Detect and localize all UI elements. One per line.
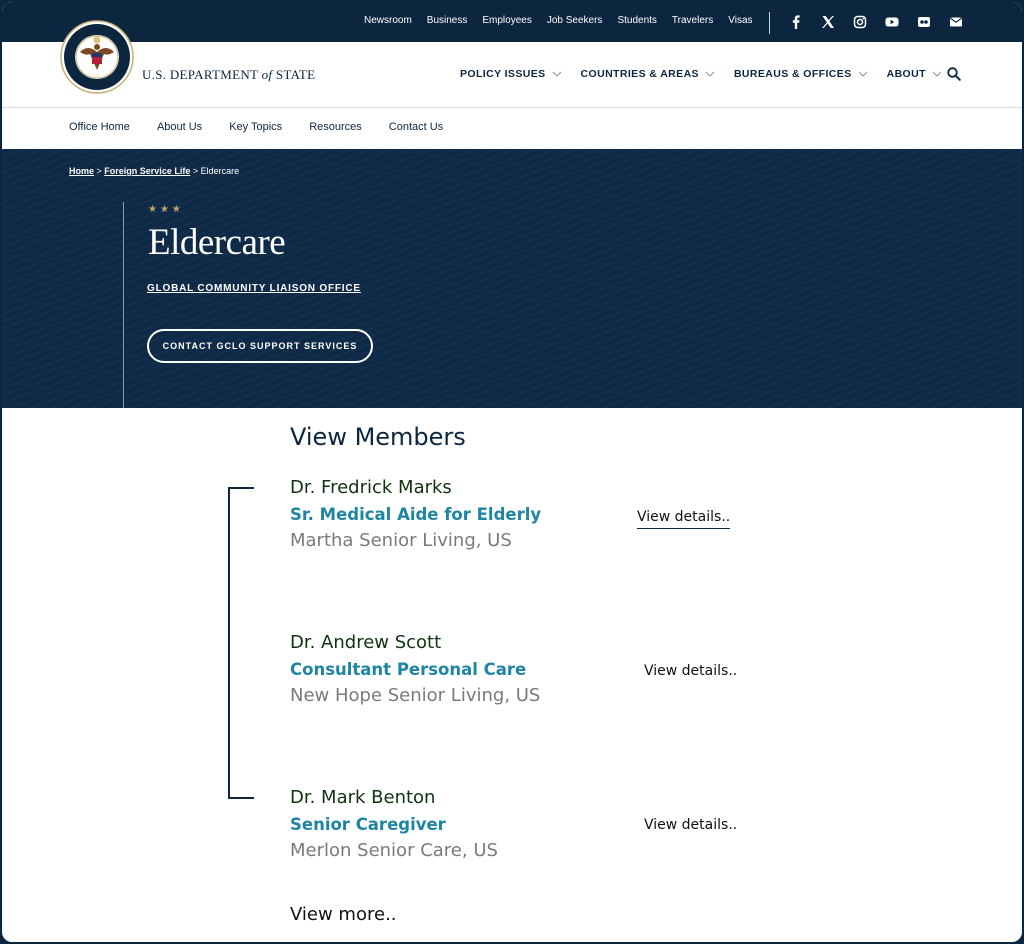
breadcrumb-separator: >: [192, 166, 201, 176]
utility-link-employees[interactable]: Employees: [482, 15, 531, 26]
brand-main: U.S. DEPARTMENT: [142, 67, 259, 82]
site-header: U.S. DEPARTMENT of STATE POLICY ISSUES C…: [2, 20, 1022, 108]
email-icon[interactable]: [948, 14, 964, 30]
nav-label: ABOUT: [886, 68, 926, 80]
member-card: Dr. Mark Benton Senior Caregiver Merlon …: [290, 787, 498, 861]
subnav-key-topics[interactable]: Key Topics: [229, 121, 282, 133]
nav-bureaus-offices[interactable]: BUREAUS & OFFICES: [734, 68, 868, 80]
utility-link-students[interactable]: Students: [617, 15, 656, 26]
nav-label: BUREAUS & OFFICES: [733, 68, 852, 80]
member-location: Martha Senior Living, US: [290, 530, 512, 551]
subnav-links: Office Home About Us Key Topics Resource…: [69, 121, 470, 133]
chevron-down-icon: [705, 71, 715, 77]
utility-link-business[interactable]: Business: [427, 15, 468, 26]
page-title: Eldercare: [148, 222, 286, 263]
utility-link-visas[interactable]: Visas: [728, 15, 752, 26]
chevron-down-icon: [552, 71, 561, 77]
hero-divider-line: [123, 202, 124, 408]
utility-link-travelers[interactable]: Travelers: [672, 15, 713, 26]
browser-frame: Newsroom Business Employees Job Seekers …: [0, 0, 1024, 944]
subnav-resources[interactable]: Resources: [309, 121, 362, 133]
nav-about[interactable]: ABOUT: [887, 68, 942, 80]
office-subnav: Office Home About Us Key Topics Resource…: [2, 108, 1022, 149]
utility-link-job-seekers[interactable]: Job Seekers: [547, 15, 603, 26]
site-brand[interactable]: U.S. DEPARTMENT of STATE: [142, 67, 315, 83]
subnav-about-us[interactable]: About Us: [157, 121, 202, 133]
x-icon[interactable]: [820, 14, 836, 30]
flickr-icon[interactable]: [916, 14, 932, 30]
member-card: Dr. Fredrick Marks Sr. Medical Aide for …: [290, 477, 541, 551]
member-role: Consultant Personal Care: [290, 660, 527, 679]
contact-gclo-button[interactable]: CONTACT GCLO SUPPORT SERVICES: [147, 329, 373, 363]
view-more-link[interactable]: View more..: [290, 904, 397, 925]
hero-banner: Home > Foreign Service Life > Eldercare …: [2, 149, 1022, 408]
search-icon[interactable]: [946, 66, 962, 82]
utility-link-newsroom[interactable]: Newsroom: [364, 15, 412, 26]
brand-state: STATE: [275, 67, 316, 82]
utility-divider: [769, 12, 770, 34]
member-name: Dr. Andrew Scott: [290, 632, 442, 653]
member-location: New Hope Senior Living, US: [290, 685, 541, 706]
members-heading: View Members: [290, 423, 466, 451]
nav-label: COUNTRIES & AREAS: [580, 68, 699, 80]
utility-links: Newsroom Business Employees Job Seekers …: [364, 15, 768, 26]
breadcrumb-home[interactable]: Home: [69, 166, 94, 176]
brand-of: of: [261, 67, 273, 82]
stars-decoration: ★★★: [148, 204, 184, 215]
subnav-office-home[interactable]: Office Home: [69, 121, 130, 133]
view-details-link[interactable]: View details..: [644, 663, 737, 679]
nav-policy-issues[interactable]: POLICY ISSUES: [460, 68, 562, 80]
social-links: [788, 14, 980, 30]
subnav-contact-us[interactable]: Contact Us: [389, 121, 443, 133]
department-seal-icon[interactable]: [60, 20, 134, 94]
member-location: Merlon Senior Care, US: [290, 840, 498, 861]
member-card: Dr. Andrew Scott Consultant Personal Car…: [290, 632, 540, 706]
member-role: Sr. Medical Aide for Elderly: [290, 505, 542, 524]
member-role: Senior Caregiver: [290, 815, 446, 834]
members-bracket: [228, 487, 254, 799]
utility-bar: Newsroom Business Employees Job Seekers …: [2, 2, 1022, 42]
member-name: Dr. Mark Benton: [290, 787, 436, 808]
breadcrumb: Home > Foreign Service Life > Eldercare: [69, 166, 239, 176]
office-link[interactable]: GLOBAL COMMUNITY LIAISON OFFICE: [147, 283, 361, 294]
youtube-icon[interactable]: [884, 14, 900, 30]
view-details-link[interactable]: View details..: [637, 509, 731, 529]
instagram-icon[interactable]: [852, 14, 868, 30]
facebook-icon[interactable]: [788, 14, 804, 30]
chevron-down-icon: [932, 71, 942, 77]
nav-label: POLICY ISSUES: [460, 68, 546, 80]
view-details-link[interactable]: View details..: [644, 817, 737, 833]
chevron-down-icon: [858, 71, 867, 77]
nav-countries-areas[interactable]: COUNTRIES & AREAS: [581, 68, 715, 80]
breadcrumb-foreign-service-life[interactable]: Foreign Service Life: [104, 166, 190, 176]
breadcrumb-current: Eldercare: [200, 166, 240, 176]
member-name: Dr. Fredrick Marks: [290, 477, 452, 498]
main-nav: POLICY ISSUES COUNTRIES & AREAS BUREAUS …: [460, 68, 961, 80]
